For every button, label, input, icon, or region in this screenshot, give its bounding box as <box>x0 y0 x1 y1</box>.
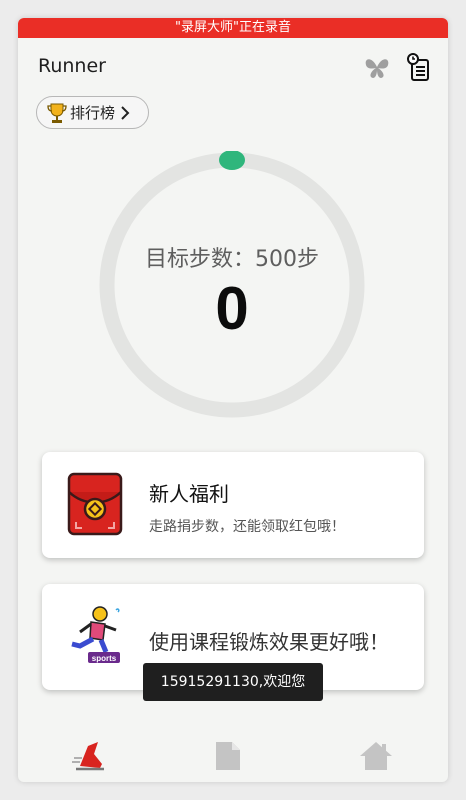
newcomer-benefit-subtitle: 走路捐步数，还能领取红包哦！ <box>149 519 345 535</box>
course-exercise-title: 使用课程锻炼效果更好哦！ <box>149 630 389 654</box>
recording-status-bar: "录屏大师"正在录音 <box>18 18 448 38</box>
newcomer-benefit-card[interactable]: 新人福利 走路捐步数，还能领取红包哦！ <box>42 452 424 558</box>
bottom-navigation <box>18 730 448 782</box>
document-icon[interactable] <box>208 736 248 776</box>
red-envelope-icon <box>67 472 123 536</box>
sports-runner-icon: sports <box>71 606 120 663</box>
home-icon[interactable] <box>356 736 396 776</box>
butterfly-icon[interactable] <box>362 53 392 83</box>
leaderboard-button[interactable]: 排行榜 <box>36 96 149 129</box>
step-count: 0 <box>215 275 249 342</box>
app-screen: "录屏大师"正在录音 Runner 排行榜 目标步数：500步 0 新人福利 走… <box>18 18 448 782</box>
welcome-toast: 15915291130,欢迎您 <box>143 663 323 701</box>
trophy-icon <box>47 103 67 123</box>
running-shoe-icon[interactable] <box>70 736 110 776</box>
history-record-icon[interactable] <box>404 53 434 83</box>
leaderboard-label: 排行榜 <box>70 104 116 122</box>
svg-text:sports: sports <box>92 654 117 663</box>
goal-steps-label: 目标步数：500步 <box>145 247 319 272</box>
newcomer-benefit-title: 新人福利 <box>149 482 229 506</box>
chevron-right-icon <box>121 105 130 120</box>
page-title: Runner <box>38 55 106 77</box>
